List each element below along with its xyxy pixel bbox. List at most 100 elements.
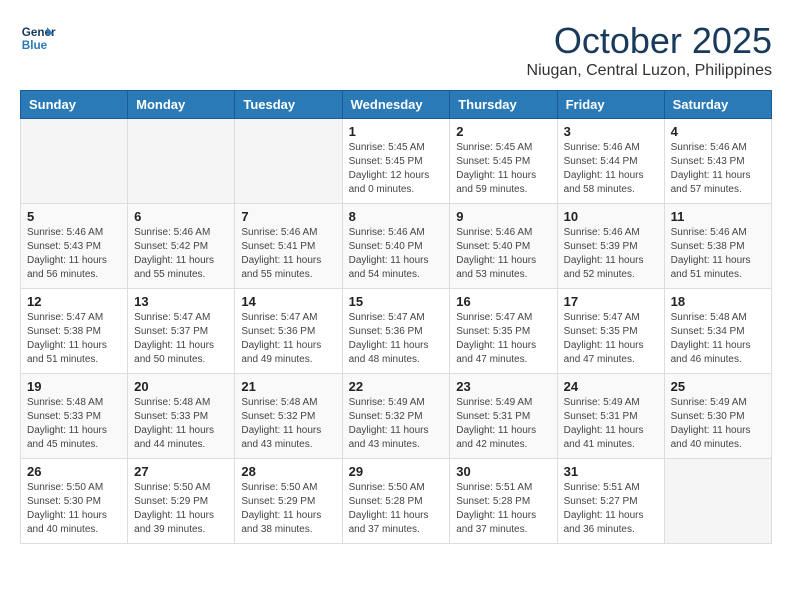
day-number: 28: [241, 464, 335, 479]
day-info: Sunrise: 5:49 AM Sunset: 5:32 PM Dayligh…: [349, 396, 444, 452]
day-number: 23: [456, 379, 550, 394]
calendar-cell: 18 Sunrise: 5:48 AM Sunset: 5:34 PM Dayli…: [664, 289, 771, 374]
day-info: Sunrise: 5:47 AM Sunset: 5:35 PM Dayligh…: [456, 311, 550, 367]
day-info: Sunrise: 5:47 AM Sunset: 5:36 PM Dayligh…: [349, 311, 444, 367]
weekday-header: Saturday: [664, 91, 771, 119]
day-info: Sunrise: 5:47 AM Sunset: 5:35 PM Dayligh…: [564, 311, 658, 367]
calendar-cell: 23 Sunrise: 5:49 AM Sunset: 5:31 PM Dayli…: [450, 374, 557, 459]
day-info: Sunrise: 5:46 AM Sunset: 5:39 PM Dayligh…: [564, 226, 658, 282]
day-info: Sunrise: 5:50 AM Sunset: 5:28 PM Dayligh…: [349, 481, 444, 537]
day-number: 2: [456, 124, 550, 139]
day-number: 29: [349, 464, 444, 479]
day-number: 24: [564, 379, 658, 394]
weekday-header: Friday: [557, 91, 664, 119]
day-number: 19: [27, 379, 121, 394]
calendar-cell: 15 Sunrise: 5:47 AM Sunset: 5:36 PM Dayli…: [342, 289, 450, 374]
calendar-cell: 13Sunrise: 5:47 AM Sunset: 5:37 PM Dayli…: [128, 289, 235, 374]
calendar: SundayMondayTuesdayWednesdayThursdayFrid…: [20, 90, 772, 544]
calendar-cell: 11 Sunrise: 5:46 AM Sunset: 5:38 PM Dayli…: [664, 204, 771, 289]
day-info: Sunrise: 5:46 AM Sunset: 5:38 PM Dayligh…: [671, 226, 765, 282]
day-info: Sunrise: 5:46 AM Sunset: 5:41 PM Dayligh…: [241, 226, 335, 282]
day-info: Sunrise: 5:47 AM Sunset: 5:36 PM Dayligh…: [241, 311, 335, 367]
day-number: 26: [27, 464, 121, 479]
day-info: Sunrise: 5:48 AM Sunset: 5:33 PM Dayligh…: [27, 396, 121, 452]
calendar-cell: 22 Sunrise: 5:49 AM Sunset: 5:32 PM Dayli…: [342, 374, 450, 459]
day-number: 13: [134, 294, 228, 309]
day-number: 3: [564, 124, 658, 139]
calendar-cell: 7 Sunrise: 5:46 AM Sunset: 5:41 PM Daylig…: [235, 204, 342, 289]
logo-icon: General Blue: [20, 20, 56, 56]
calendar-cell: 5 Sunrise: 5:46 AM Sunset: 5:43 PM Daylig…: [21, 204, 128, 289]
calendar-cell: 3 Sunrise: 5:46 AM Sunset: 5:44 PM Daylig…: [557, 119, 664, 204]
day-info: Sunrise: 5:48 AM Sunset: 5:32 PM Dayligh…: [241, 396, 335, 452]
day-number: 7: [241, 209, 335, 224]
day-info: Sunrise: 5:50 AM Sunset: 5:30 PM Dayligh…: [27, 481, 121, 537]
day-number: 5: [27, 209, 121, 224]
calendar-cell: 24 Sunrise: 5:49 AM Sunset: 5:31 PM Dayli…: [557, 374, 664, 459]
day-info: Sunrise: 5:45 AM Sunset: 5:45 PM Dayligh…: [349, 141, 444, 197]
calendar-cell: 21 Sunrise: 5:48 AM Sunset: 5:32 PM Dayli…: [235, 374, 342, 459]
day-info: Sunrise: 5:51 AM Sunset: 5:28 PM Dayligh…: [456, 481, 550, 537]
day-info: Sunrise: 5:49 AM Sunset: 5:31 PM Dayligh…: [564, 396, 658, 452]
calendar-cell: 17Sunrise: 5:47 AM Sunset: 5:35 PM Dayli…: [557, 289, 664, 374]
day-info: Sunrise: 5:49 AM Sunset: 5:31 PM Dayligh…: [456, 396, 550, 452]
calendar-cell: 1Sunrise: 5:45 AM Sunset: 5:45 PM Daylig…: [342, 119, 450, 204]
week-row: 12 Sunrise: 5:47 AM Sunset: 5:38 PM Dayli…: [21, 289, 772, 374]
calendar-cell: 8Sunrise: 5:46 AM Sunset: 5:40 PM Daylig…: [342, 204, 450, 289]
day-number: 12: [27, 294, 121, 309]
week-row: 1Sunrise: 5:45 AM Sunset: 5:45 PM Daylig…: [21, 119, 772, 204]
calendar-cell: 28 Sunrise: 5:50 AM Sunset: 5:29 PM Dayli…: [235, 459, 342, 544]
day-number: 27: [134, 464, 228, 479]
day-info: Sunrise: 5:46 AM Sunset: 5:43 PM Dayligh…: [671, 141, 765, 197]
calendar-cell: 4 Sunrise: 5:46 AM Sunset: 5:43 PM Daylig…: [664, 119, 771, 204]
day-info: Sunrise: 5:46 AM Sunset: 5:40 PM Dayligh…: [456, 226, 550, 282]
day-info: Sunrise: 5:51 AM Sunset: 5:27 PM Dayligh…: [564, 481, 658, 537]
calendar-cell: 2 Sunrise: 5:45 AM Sunset: 5:45 PM Daylig…: [450, 119, 557, 204]
calendar-cell: 14 Sunrise: 5:47 AM Sunset: 5:36 PM Dayli…: [235, 289, 342, 374]
day-number: 22: [349, 379, 444, 394]
day-info: Sunrise: 5:46 AM Sunset: 5:44 PM Dayligh…: [564, 141, 658, 197]
svg-text:Blue: Blue: [22, 39, 48, 52]
week-row: 5 Sunrise: 5:46 AM Sunset: 5:43 PM Daylig…: [21, 204, 772, 289]
day-info: Sunrise: 5:50 AM Sunset: 5:29 PM Dayligh…: [134, 481, 228, 537]
weekday-header: Monday: [128, 91, 235, 119]
day-number: 8: [349, 209, 444, 224]
weekday-header: Wednesday: [342, 91, 450, 119]
day-number: 25: [671, 379, 765, 394]
day-info: Sunrise: 5:45 AM Sunset: 5:45 PM Dayligh…: [456, 141, 550, 197]
calendar-cell: 20Sunrise: 5:48 AM Sunset: 5:33 PM Dayli…: [128, 374, 235, 459]
day-number: 9: [456, 209, 550, 224]
day-info: Sunrise: 5:48 AM Sunset: 5:34 PM Dayligh…: [671, 311, 765, 367]
calendar-cell: [21, 119, 128, 204]
calendar-cell: 12 Sunrise: 5:47 AM Sunset: 5:38 PM Dayli…: [21, 289, 128, 374]
calendar-cell: 31Sunrise: 5:51 AM Sunset: 5:27 PM Dayli…: [557, 459, 664, 544]
calendar-cell: 9 Sunrise: 5:46 AM Sunset: 5:40 PM Daylig…: [450, 204, 557, 289]
calendar-cell: 29 Sunrise: 5:50 AM Sunset: 5:28 PM Dayli…: [342, 459, 450, 544]
header: General Blue October 2025 Niugan, Centra…: [20, 20, 772, 80]
day-number: 6: [134, 209, 228, 224]
day-number: 18: [671, 294, 765, 309]
calendar-cell: [128, 119, 235, 204]
weekday-header: Thursday: [450, 91, 557, 119]
calendar-cell: 6Sunrise: 5:46 AM Sunset: 5:42 PM Daylig…: [128, 204, 235, 289]
day-info: Sunrise: 5:49 AM Sunset: 5:30 PM Dayligh…: [671, 396, 765, 452]
day-info: Sunrise: 5:46 AM Sunset: 5:43 PM Dayligh…: [27, 226, 121, 282]
day-info: Sunrise: 5:47 AM Sunset: 5:38 PM Dayligh…: [27, 311, 121, 367]
day-number: 4: [671, 124, 765, 139]
calendar-cell: 26 Sunrise: 5:50 AM Sunset: 5:30 PM Dayli…: [21, 459, 128, 544]
title-area: October 2025 Niugan, Central Luzon, Phil…: [527, 20, 772, 80]
day-number: 21: [241, 379, 335, 394]
calendar-cell: 16Sunrise: 5:47 AM Sunset: 5:35 PM Dayli…: [450, 289, 557, 374]
logo: General Blue: [20, 20, 56, 56]
day-info: Sunrise: 5:50 AM Sunset: 5:29 PM Dayligh…: [241, 481, 335, 537]
day-number: 10: [564, 209, 658, 224]
week-row: 26 Sunrise: 5:50 AM Sunset: 5:30 PM Dayli…: [21, 459, 772, 544]
weekday-header-row: SundayMondayTuesdayWednesdayThursdayFrid…: [21, 91, 772, 119]
day-number: 15: [349, 294, 444, 309]
day-number: 11: [671, 209, 765, 224]
calendar-cell: 19 Sunrise: 5:48 AM Sunset: 5:33 PM Dayli…: [21, 374, 128, 459]
calendar-cell: 25 Sunrise: 5:49 AM Sunset: 5:30 PM Dayli…: [664, 374, 771, 459]
day-number: 14: [241, 294, 335, 309]
calendar-cell: 30Sunrise: 5:51 AM Sunset: 5:28 PM Dayli…: [450, 459, 557, 544]
calendar-cell: [235, 119, 342, 204]
